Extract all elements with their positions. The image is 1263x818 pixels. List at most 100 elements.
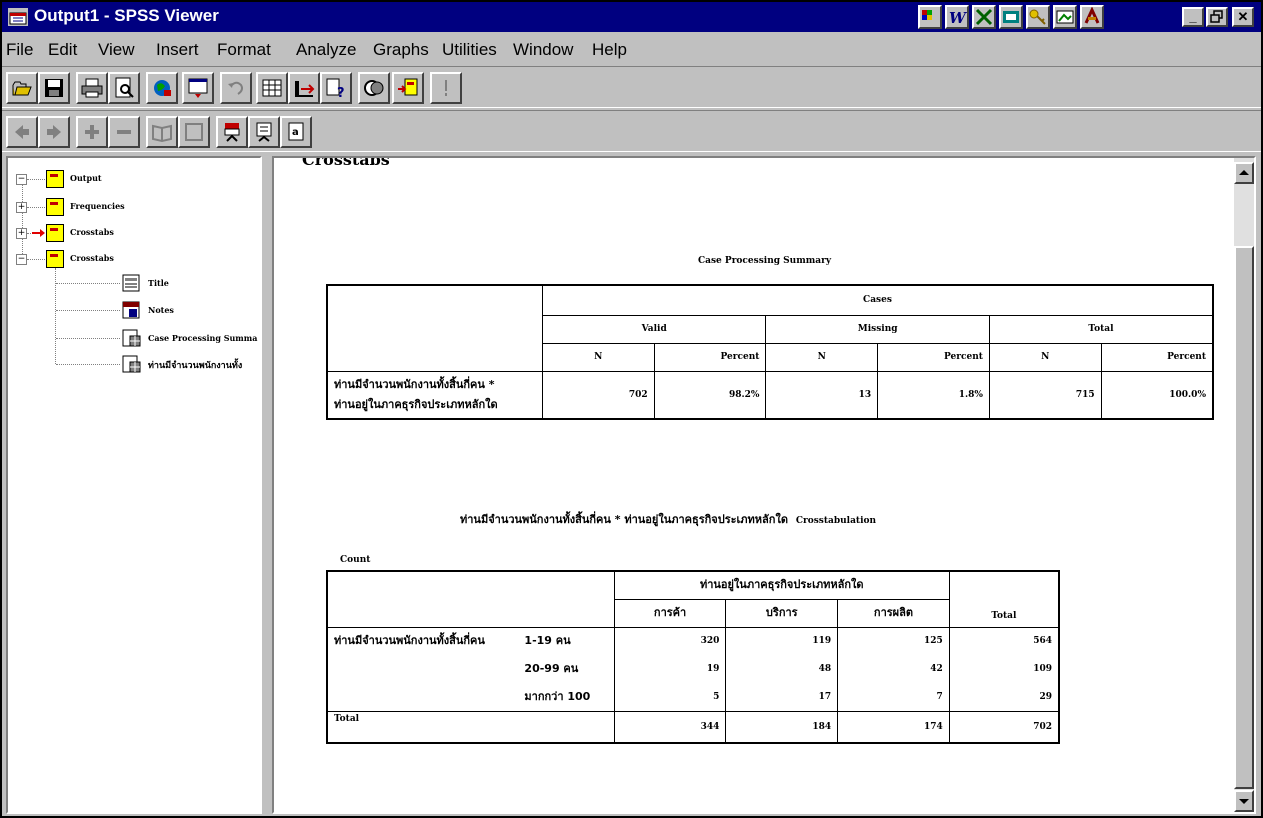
close-icon[interactable]: ✕ (1232, 7, 1254, 27)
outlook-icon[interactable] (999, 5, 1023, 29)
outline-item-case-processing[interactable]: Case Processing Summa (148, 333, 257, 343)
total-cell: 174 (837, 710, 950, 744)
insert-title-icon[interactable] (248, 116, 280, 148)
title-bar: Output1 - SPSS Viewer W _ ✕ (2, 2, 1261, 32)
collapse-icon[interactable] (108, 116, 140, 148)
outline-item-frequencies[interactable]: Frequencies (70, 201, 125, 211)
menu-help[interactable]: Help (592, 40, 627, 60)
missing-header: Missing (765, 314, 990, 344)
cell: 119 (725, 626, 839, 655)
save-icon[interactable] (38, 72, 70, 104)
svg-text:a: a (292, 127, 299, 138)
outline-item-title[interactable]: Title (148, 278, 169, 288)
show-icon[interactable] (146, 116, 178, 148)
row-label: มากกว่า 100 (518, 683, 615, 712)
scrollbar-thumb[interactable] (1234, 246, 1254, 789)
menu-utilities[interactable]: Utilities (442, 40, 497, 60)
print-icon[interactable] (76, 72, 108, 104)
outline-pane: − Output + Frequencies + Crosstabs − Cro… (6, 156, 262, 814)
open-icon[interactable] (6, 72, 38, 104)
menu-insert[interactable]: Insert (156, 40, 199, 60)
export-icon[interactable] (146, 72, 178, 104)
subheader-n: N (541, 342, 655, 372)
outline-item-output[interactable]: Output (70, 173, 102, 183)
output-content-pane: Crosstabs Case Processing Summary Cases … (272, 156, 1256, 814)
grand-total-cell: 702 (948, 710, 1060, 744)
valid-header: Valid (541, 314, 767, 344)
heading-crosstabs: Crosstabs (302, 156, 390, 169)
crosstab-title-suffix: Crosstabulation (795, 516, 877, 526)
crosstab-title: ท่านมีจำนวนพนักงานทั้งสิ้นกี่คน * ท่านอย… (460, 510, 876, 528)
toolbar-main: ? (2, 66, 1261, 108)
image-icon[interactable] (1053, 5, 1077, 29)
restore-icon[interactable] (1206, 7, 1228, 27)
row-label-line1: ท่านมีจำนวนพนักงานทั้งสิ้นกี่คน * (334, 377, 495, 391)
promote-icon[interactable] (6, 116, 38, 148)
menu-window[interactable]: Window (513, 40, 573, 60)
hide-icon[interactable] (178, 116, 210, 148)
corner-cell (326, 570, 615, 628)
excel-icon[interactable] (972, 5, 996, 29)
menu-graphs[interactable]: Graphs (373, 40, 429, 60)
frequencies-book-icon (46, 198, 64, 216)
recall-dialog-icon[interactable] (182, 72, 214, 104)
case-summary-title: Case Processing Summary (698, 256, 832, 266)
menu-file[interactable]: File (6, 40, 33, 60)
expand-toggle-frequencies[interactable]: + (16, 202, 27, 213)
subheader-percent: Percent (877, 342, 990, 372)
minimize-icon[interactable]: _ (1182, 7, 1204, 27)
output-book-icon (46, 170, 64, 188)
insert-text-icon[interactable]: a (280, 116, 312, 148)
print-preview-icon[interactable] (108, 72, 140, 104)
outline-item-notes[interactable]: Notes (148, 305, 174, 315)
use-sets-icon[interactable] (358, 72, 390, 104)
insert-heading-icon[interactable] (216, 116, 248, 148)
total-cell: 344 (613, 710, 727, 744)
valid-percent-cell: 98.2% (653, 370, 767, 420)
collapse-toggle-output[interactable]: − (16, 174, 27, 185)
crosstabs-book-icon (46, 224, 64, 242)
col-header-service: บริการ (725, 598, 839, 628)
menu-format[interactable]: Format (217, 40, 271, 60)
title-page-icon (122, 274, 140, 292)
scroll-down-button[interactable] (1234, 790, 1254, 812)
word-icon[interactable]: W (945, 5, 969, 29)
menu-view[interactable]: View (98, 40, 135, 60)
outline-item-crosstab-thai[interactable]: ท่านมีจำนวนพนักงานทั้ง (148, 358, 242, 372)
menu-analyze[interactable]: Analyze (296, 40, 356, 60)
outline-item-crosstabs-2[interactable]: Crosstabs (70, 253, 114, 263)
scroll-up-button[interactable] (1234, 162, 1254, 184)
variables-icon[interactable]: ? (320, 72, 352, 104)
cell: 320 (613, 626, 727, 655)
select-last-output-icon[interactable] (392, 72, 424, 104)
vertical-scrollbar[interactable] (1234, 158, 1254, 812)
cell: 5 (613, 683, 727, 712)
svg-text:W: W (949, 9, 967, 27)
collapse-toggle-crosstabs-2[interactable]: − (16, 254, 27, 265)
spss-app-icon[interactable] (8, 8, 28, 26)
subheader-percent: Percent (1100, 342, 1214, 372)
outline-item-crosstabs-1[interactable]: Crosstabs (70, 227, 114, 237)
goto-data-icon[interactable] (256, 72, 288, 104)
expand-toggle-crosstabs-1[interactable]: + (16, 228, 27, 239)
count-label: Count (340, 555, 371, 565)
arrow-down-icon (1239, 799, 1249, 804)
key-icon[interactable] (1026, 5, 1050, 29)
access-icon[interactable] (1080, 5, 1104, 29)
designate-window-icon[interactable] (430, 72, 462, 104)
menu-edit[interactable]: Edit (48, 40, 77, 60)
cell: 17 (725, 683, 839, 712)
cell: 42 (837, 655, 950, 683)
goto-case-icon[interactable] (288, 72, 320, 104)
crosstab-title-thai: ท่านมีจำนวนพนักงานทั้งสิ้นกี่คน * ท่านอย… (460, 513, 788, 526)
missing-n-cell: 13 (765, 370, 879, 420)
undo-icon[interactable] (220, 72, 252, 104)
sigma-icon[interactable] (918, 5, 942, 29)
row-label: ท่านมีจำนวนพนักงานทั้งสิ้นกี่คน * ท่านอย… (326, 370, 543, 420)
col-header-trade: การค้า (613, 598, 727, 628)
expand-icon[interactable] (76, 116, 108, 148)
pane-splitter[interactable] (262, 156, 272, 814)
case-processing-table: Cases Valid Missing Total N Percent N Pe… (326, 284, 1214, 420)
demote-icon[interactable] (38, 116, 70, 148)
row-label-line2: ท่านอยู่ในภาคธุรกิจประเภทหลักใด (334, 397, 498, 411)
